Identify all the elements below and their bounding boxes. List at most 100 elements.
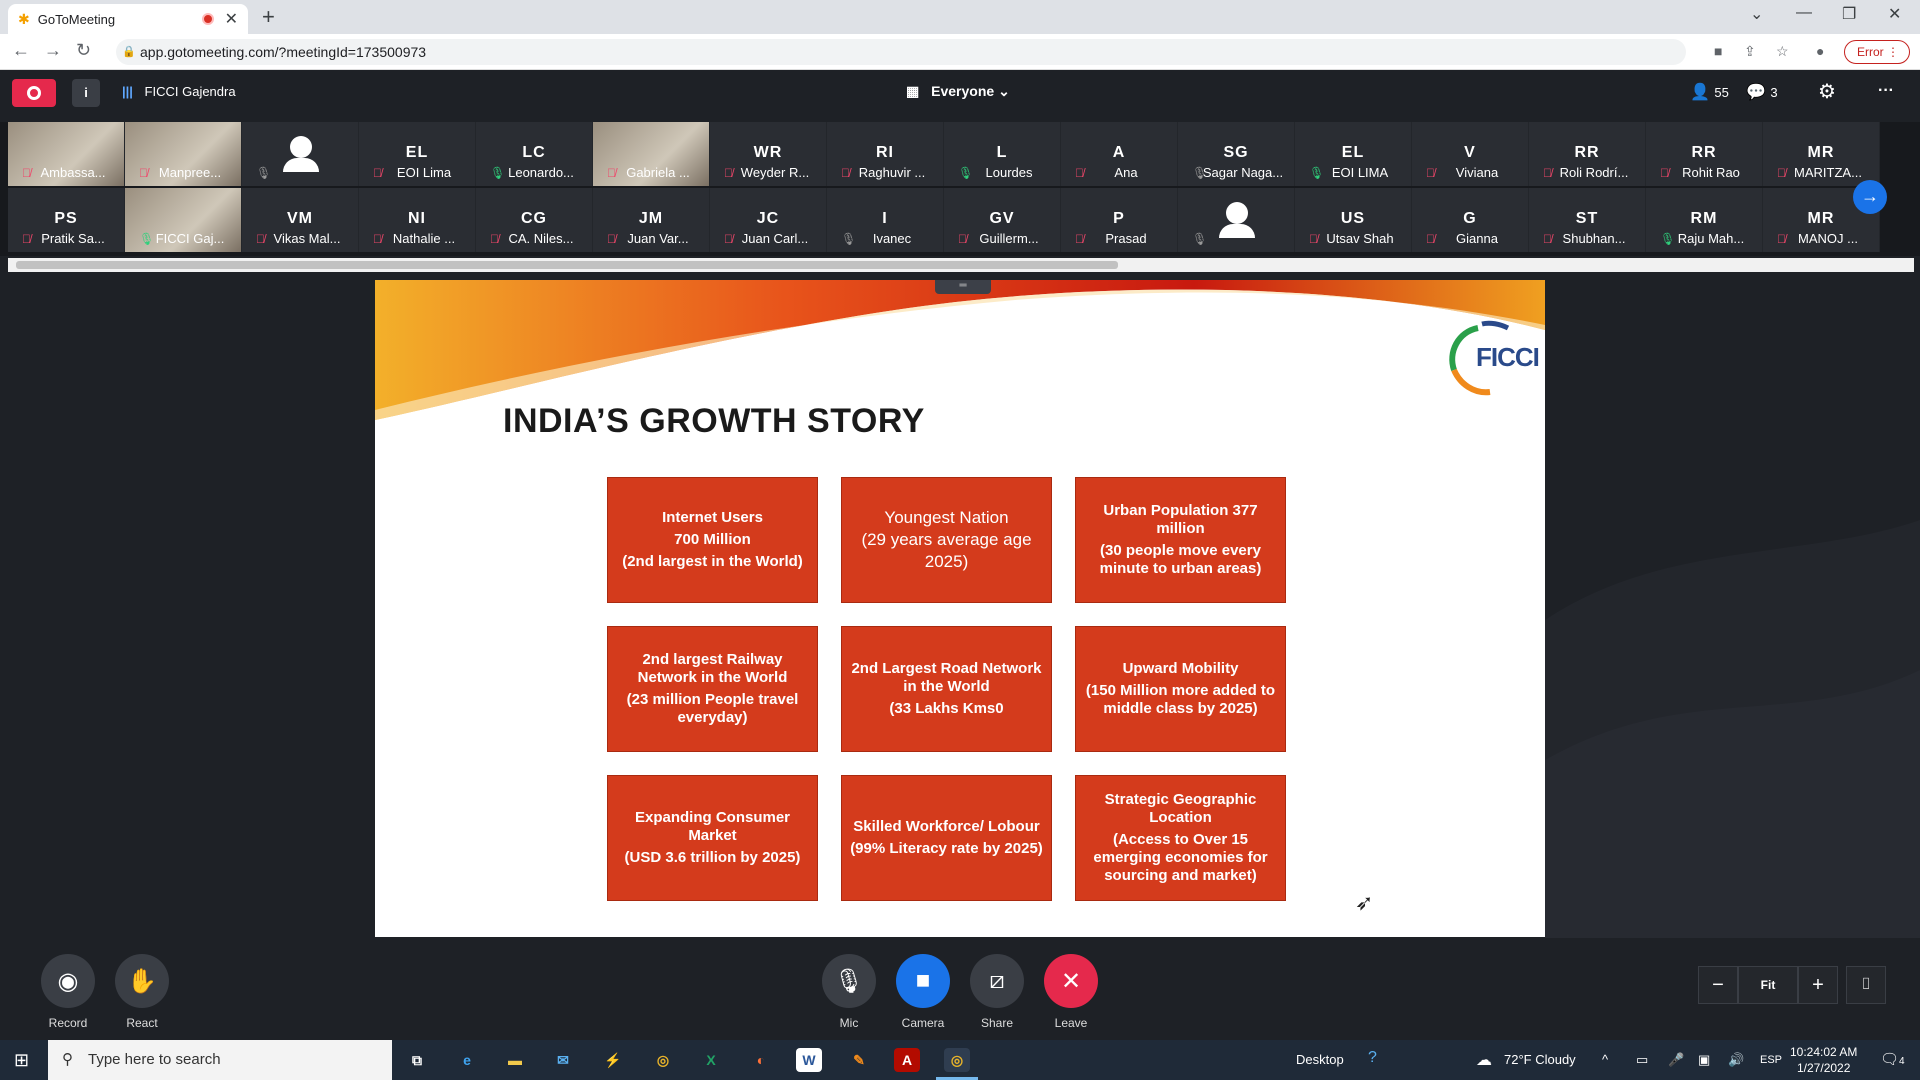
windows-start-icon[interactable]: ⊞ [14,1050,29,1071]
word-icon[interactable]: W [796,1048,822,1072]
info-icon[interactable]: i [72,79,100,107]
app-swift-icon[interactable]: ⚡ [600,1048,626,1072]
participant-tile[interactable]: WR 🎙̸ Weyder R... [710,122,827,186]
participant-tile[interactable]: NI 🎙̸ Nathalie ... [359,188,476,252]
excel-icon[interactable]: X [698,1048,724,1072]
participant-tile[interactable]: L 🎙 Lourdes [944,122,1061,186]
leave-button[interactable]: ✕ Leave [1043,954,1099,1030]
restore-button[interactable]: ❐ [1842,4,1856,24]
participant-tile[interactable]: V 🎙̸ Viviana [1412,122,1529,186]
participant-tile[interactable]: MR 🎙̸ MARITZA... [1763,122,1880,186]
participant-tile[interactable]: PS 🎙̸ Pratik Sa... [8,188,125,252]
participant-tile[interactable]: SG 🎙 Sagar Naga... [1178,122,1295,186]
more-options-icon[interactable]: ··· [1878,82,1894,100]
participant-tile[interactable]: 🎙̸ Gabriela ... [593,122,710,186]
firefox-icon[interactable]: ◐ [748,1048,774,1072]
slide-title: INDIA’S GROWTH STORY [503,402,925,440]
participant-tile[interactable]: G 🎙̸ Gianna [1412,188,1529,252]
mic-button[interactable]: 🎙 Mic [821,954,877,1030]
settings-gear-icon[interactable]: ⚙ [1818,79,1836,104]
chevron-up-icon[interactable]: ^ [1602,1052,1608,1067]
zoom-in-button[interactable]: + [1798,966,1838,1004]
url-input[interactable]: 🔒 app.gotomeeting.com/?meetingId=1735009… [116,39,1686,65]
participant-tile[interactable]: ST 🎙̸ Shubhan... [1529,188,1646,252]
share-button[interactable]: ⧄ Share [969,954,1025,1030]
clock[interactable]: 10:24:02 AM 1/27/2022 [1790,1044,1857,1076]
participant-tile[interactable]: 🎙 [1178,188,1295,252]
edge-browser-icon[interactable]: e [454,1048,480,1072]
mail-icon[interactable]: ✉ [550,1048,576,1072]
file-explorer-icon[interactable]: ▬ [502,1048,528,1072]
bookmark-star-icon[interactable]: ☆ [1776,43,1789,60]
camera-permission-icon[interactable]: ■ [1714,43,1722,59]
audience-selector[interactable]: ▦ Everyone ⌄ [906,83,1010,100]
next-participants-arrow-icon[interactable]: → [1853,180,1887,214]
react-button[interactable]: ✋ React [114,954,170,1030]
participant-tile[interactable]: 🎙 FICCI Gaj... [125,188,242,252]
screenshot-camera-icon[interactable]: ⌷ [1846,966,1886,1004]
app-orange-icon[interactable]: ✎ [846,1048,872,1072]
share-page-icon[interactable]: ⇪ [1744,43,1756,60]
chrome-active-icon[interactable]: ◎ [936,1048,978,1080]
zoom-out-button[interactable]: − [1698,966,1738,1004]
participant-tile[interactable]: GV 🎙̸ Guillerm... [944,188,1061,252]
participant-tile[interactable]: JM 🎙̸ Juan Var... [593,188,710,252]
participant-tile[interactable]: 🎙̸ Ambassa... [8,122,125,186]
volume-icon[interactable]: 🔊 [1728,1052,1744,1068]
record-button[interactable]: ◉ Record [40,954,96,1030]
screen-drag-handle[interactable]: ═ [935,280,991,294]
tab-search-icon[interactable]: ⌄ [1750,4,1763,24]
participant-tile[interactable]: RR 🎙̸ Roli Rodrí... [1529,122,1646,186]
weather-text[interactable]: 72°F Cloudy [1504,1052,1576,1067]
device-icon[interactable]: ▭ [1636,1052,1648,1068]
recording-button[interactable] [12,79,56,107]
desktop-toolbar-label[interactable]: Desktop [1296,1052,1344,1067]
participant-tile[interactable]: I 🎙 Ivanec [827,188,944,252]
participant-tile[interactable]: CG 🎙̸ CA. Niles... [476,188,593,252]
camera-icon: ■ [896,954,950,1008]
raise-hand-icon: ✋ [115,954,169,1008]
close-window-button[interactable]: ✕ [1888,4,1901,24]
browser-error-button[interactable]: Error ⋮ [1844,40,1910,64]
participant-tile[interactable]: RM 🎙 Raju Mah... [1646,188,1763,252]
new-tab-button[interactable]: + [262,4,275,30]
network-icon[interactable]: ▣ [1698,1052,1710,1068]
browser-tab[interactable]: ✱ GoToMeeting ✕ [8,4,248,34]
reload-icon[interactable]: ↻ [76,40,91,61]
notifications-icon[interactable]: 🗨4 [1880,1050,1905,1068]
microphone-tray-icon[interactable]: 🎤 [1668,1052,1684,1068]
chrome-icon[interactable]: ◎ [650,1048,676,1072]
camera-button[interactable]: ■ Camera [895,954,951,1030]
chat-button[interactable]: 💬 3 [1746,82,1778,102]
acrobat-icon[interactable]: A [894,1048,920,1072]
minimize-button[interactable]: — [1796,4,1812,22]
notification-count: 4 [1899,1056,1905,1067]
task-view-icon[interactable]: ⧉ [404,1048,430,1072]
participant-tile[interactable]: A 🎙̸ Ana [1061,122,1178,186]
fit-button[interactable]: Fit [1738,966,1798,1004]
presenter-label: ||| FICCI Gajendra [122,84,236,99]
participant-name: Lourdes [985,165,1033,180]
forward-icon[interactable]: → [44,40,62,61]
participant-tile[interactable]: EL 🎙 EOI LIMA [1295,122,1412,186]
participant-tile[interactable]: 🎙̸ Manpree... [125,122,242,186]
back-icon[interactable]: ← [12,40,30,61]
participant-tile[interactable]: 🎙 [242,122,359,186]
attendees-button[interactable]: 👤 55 [1690,82,1729,102]
participant-tile[interactable]: RI 🎙̸ Raghuvir ... [827,122,944,186]
participant-name: Ivanec [872,231,912,246]
taskbar-search-input[interactable]: ⚲ Type here to search [48,1040,392,1080]
participant-tile[interactable]: US 🎙̸ Utsav Shah [1295,188,1412,252]
participant-tile[interactable]: EL 🎙̸ EOI Lima [359,122,476,186]
participant-tile[interactable]: VM 🎙̸ Vikas Mal... [242,188,359,252]
participants-scrollbar[interactable] [8,258,1914,272]
scrollbar-thumb[interactable] [16,261,1118,269]
language-indicator[interactable]: ESP [1760,1054,1782,1066]
close-tab-icon[interactable]: ✕ [225,9,238,29]
participant-tile[interactable]: LC 🎙 Leonardo... [476,122,593,186]
profile-icon[interactable]: ● [1816,43,1824,59]
participant-tile[interactable]: P 🎙̸ Prasad [1061,188,1178,252]
participant-tile[interactable]: RR 🎙̸ Rohit Rao [1646,122,1763,186]
help-icon[interactable]: ? [1368,1049,1377,1067]
participant-tile[interactable]: JC 🎙̸ Juan Carl... [710,188,827,252]
